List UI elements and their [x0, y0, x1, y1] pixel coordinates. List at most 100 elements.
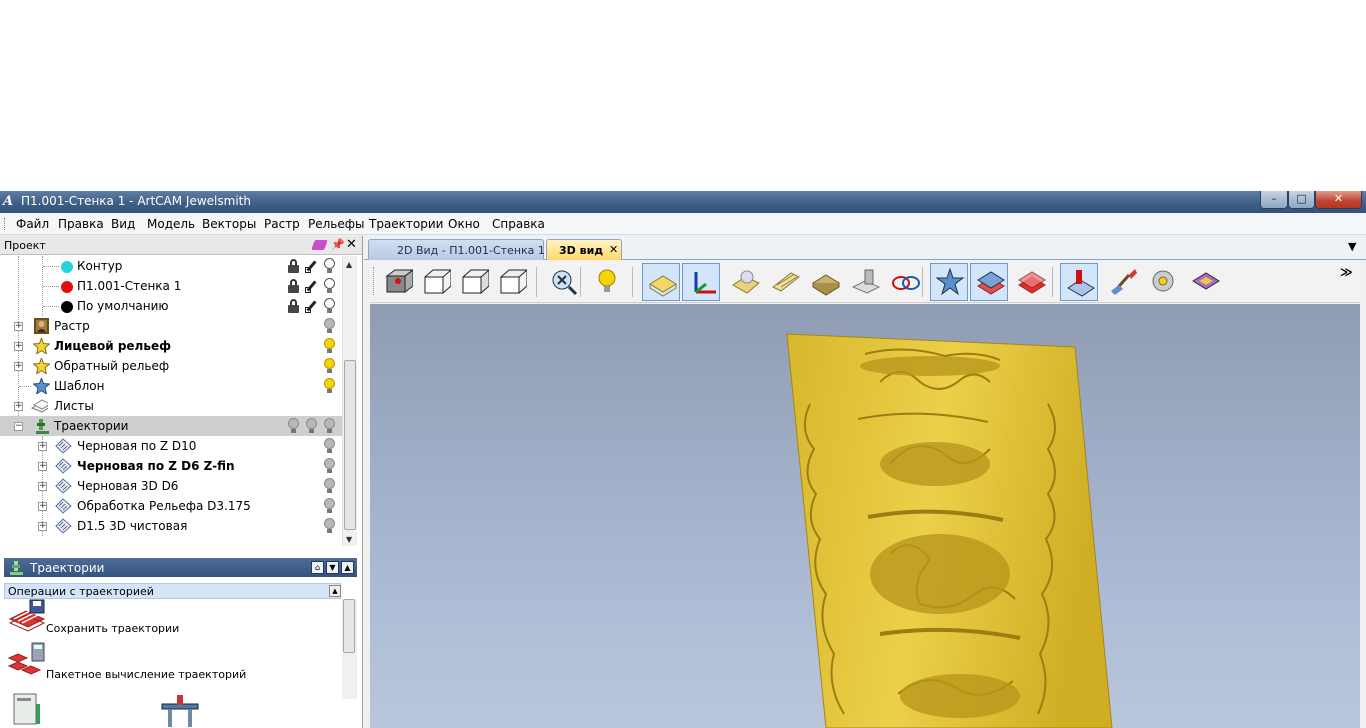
tree-node-sheets[interactable]: + Листы: [0, 396, 342, 416]
toolbar-button-red-layer[interactable]: [1012, 263, 1050, 301]
toolbar-button-material-block[interactable]: [806, 263, 844, 301]
menu-file[interactable]: Файл: [16, 217, 49, 231]
tree-scrollbar[interactable]: ▲ ▼: [342, 256, 357, 546]
toolbar-button-axes[interactable]: [682, 263, 720, 301]
title-bar[interactable]: A П1.001-Стенка 1 - ArtCAM Jewelsmith – …: [0, 191, 1366, 213]
edit-pen-icon[interactable]: [305, 259, 318, 273]
visibility-bulb-icon[interactable]: [323, 458, 336, 474]
tree-row-layer[interactable]: По умолчанию: [0, 296, 342, 316]
lock-icon[interactable]: [287, 259, 300, 273]
tab-list-dropdown-icon[interactable]: ▼: [1348, 240, 1356, 253]
lock-icon[interactable]: [287, 279, 300, 293]
visibility-bulb-icon[interactable]: [323, 298, 336, 314]
expand-plus-icon[interactable]: +: [38, 502, 47, 511]
toolbar-button-iso-view[interactable]: [378, 263, 416, 301]
batch-calc-icon[interactable]: [8, 642, 46, 678]
tree-node-back-relief[interactable]: + Обратный рельеф: [0, 356, 342, 376]
menu-grip[interactable]: [4, 218, 7, 230]
visibility-bulb-icon[interactable]: [323, 358, 336, 374]
toolbar-button-view-front[interactable]: [416, 263, 454, 301]
save-toolpaths-label[interactable]: Сохранить траектории: [46, 622, 179, 635]
scrollbar-thumb[interactable]: [344, 360, 356, 530]
expand-plus-icon[interactable]: +: [38, 522, 47, 531]
collapse-minus-icon[interactable]: −: [14, 422, 23, 431]
eraser-icon[interactable]: [311, 240, 328, 250]
minimize-button[interactable]: –: [1260, 191, 1288, 209]
menu-reliefs[interactable]: Рельефы: [308, 217, 364, 231]
tree-node-toolpaths[interactable]: − Траектории: [0, 416, 342, 436]
toolbar-overflow-icon[interactable]: ≫: [1340, 265, 1353, 279]
toolbar-button-toolpath-preview[interactable]: [1060, 263, 1098, 301]
tree-toolpath-item[interactable]: + D1.5 3D чистовая: [0, 516, 342, 536]
section-collapse-icon[interactable]: ▲: [329, 585, 341, 597]
expand-plus-icon[interactable]: +: [14, 402, 23, 411]
toolbar-button-blend-vectors[interactable]: [886, 263, 924, 301]
tab-3d-view[interactable]: 3D вид ✕: [546, 239, 622, 260]
expand-plus-icon[interactable]: +: [14, 322, 23, 331]
tree-toolpath-item[interactable]: + Черновая по Z D10: [0, 436, 342, 456]
visibility-bulb-icon[interactable]: [287, 418, 300, 434]
pin-icon[interactable]: 📌: [331, 238, 345, 251]
toolbar-button-paint-brush[interactable]: [1104, 263, 1142, 301]
tree-row-layer[interactable]: Контур: [0, 256, 342, 276]
expand-plus-icon[interactable]: +: [38, 442, 47, 451]
toolbar-button-view-side[interactable]: [454, 263, 492, 301]
tree-row-layer[interactable]: П1.001-Стенка 1: [0, 276, 342, 296]
panel-collapse-icon[interactable]: ▲: [341, 561, 354, 574]
menu-window[interactable]: Окно: [448, 217, 480, 231]
artcam-app-icon[interactable]: A: [3, 194, 19, 210]
visibility-bulb-icon[interactable]: [323, 378, 336, 394]
scrollbar-thumb[interactable]: [343, 599, 355, 653]
visibility-bulb-icon[interactable]: [323, 318, 336, 334]
menu-bitmap[interactable]: Растр: [264, 217, 300, 231]
toolbar-button-light-bulb[interactable]: [588, 263, 626, 301]
visibility-bulb-icon[interactable]: [323, 478, 336, 494]
visibility-bulb-icon[interactable]: [323, 498, 336, 514]
toolbar-button-shade-relief[interactable]: [726, 263, 764, 301]
visibility-bulb-icon[interactable]: [323, 518, 336, 534]
tree-node-template[interactable]: Шаблон: [0, 376, 342, 396]
panel-down-icon[interactable]: ▼: [326, 561, 339, 574]
tree-toolpath-item[interactable]: + Черновая по Z D6 Z-fin: [0, 456, 342, 476]
edit-pen-icon[interactable]: [305, 299, 318, 313]
visibility-bulb-icon[interactable]: [323, 418, 336, 434]
save-toolpaths-icon[interactable]: [8, 599, 46, 633]
close-button[interactable]: ✕: [1315, 191, 1362, 209]
menu-view[interactable]: Вид: [111, 217, 135, 231]
toolbar-button-gear-settings[interactable]: [1144, 263, 1182, 301]
toolbar-button-show-plane[interactable]: [642, 263, 680, 301]
menu-toolpaths[interactable]: Траектории: [369, 217, 443, 231]
operations-section-header[interactable]: Операции с траекторией ▲: [4, 583, 341, 599]
tree-node-front-relief[interactable]: + Лицевой рельеф: [0, 336, 342, 356]
visibility-bulb-icon[interactable]: [323, 258, 336, 274]
menu-model[interactable]: Модель: [147, 217, 195, 231]
expand-plus-icon[interactable]: +: [38, 462, 47, 471]
batch-calc-label[interactable]: Пакетное вычисление траекторий: [46, 668, 246, 681]
operations-scrollbar[interactable]: [342, 599, 357, 699]
menu-help[interactable]: Справка: [492, 217, 545, 231]
maximize-button[interactable]: □: [1288, 191, 1315, 209]
expand-plus-icon[interactable]: +: [38, 482, 47, 491]
tree-toolpath-item[interactable]: + Обработка Рельефа D3.175: [0, 496, 342, 516]
tab-2d-view[interactable]: 2D Вид - П1.001-Стенка 1: [368, 239, 545, 260]
toolbar-grip[interactable]: [373, 267, 376, 295]
toolbar-button-wireframe[interactable]: [766, 263, 804, 301]
tree-toolpath-item[interactable]: + Черновая 3D D6: [0, 476, 342, 496]
home-icon[interactable]: ⌂: [311, 561, 324, 574]
tree-node-bitmap[interactable]: + Растр: [0, 316, 342, 336]
toolpaths-panel-header[interactable]: Траектории ⌂ ▼ ▲: [4, 558, 357, 577]
machine-setup-icon[interactable]: [160, 692, 200, 728]
lock-icon[interactable]: [287, 299, 300, 313]
tab-close-icon[interactable]: ✕: [609, 243, 618, 256]
scroll-down-arrow[interactable]: ▼: [346, 535, 352, 544]
project-close-icon[interactable]: ✕: [346, 237, 357, 252]
visibility-bulb-icon[interactable]: [323, 278, 336, 294]
menu-vectors[interactable]: Векторы: [202, 217, 256, 231]
3d-viewport[interactable]: [370, 304, 1360, 728]
visibility-bulb-icon[interactable]: [323, 338, 336, 354]
toolbar-button-view-top[interactable]: [492, 263, 530, 301]
toolbar-button-machine-sim[interactable]: [846, 263, 884, 301]
toolpath-template-icon[interactable]: [12, 690, 42, 728]
visibility-bulb-icon[interactable]: [305, 418, 318, 434]
edit-pen-icon[interactable]: [305, 279, 318, 293]
